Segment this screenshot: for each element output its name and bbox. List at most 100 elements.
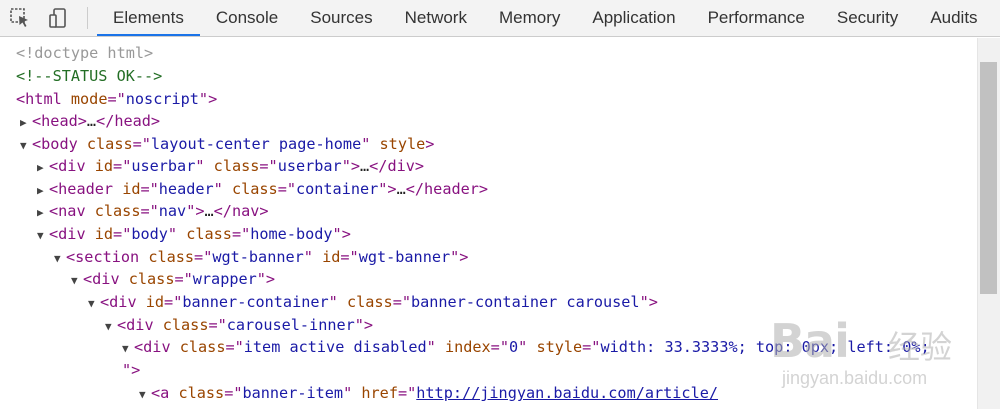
tab-memory[interactable]: Memory: [483, 0, 576, 36]
tag-name: body: [41, 135, 78, 153]
attr-name: class: [179, 338, 226, 356]
dom-node-item-active-close: ">: [122, 359, 140, 381]
tag-name: a: [160, 384, 170, 402]
expanded-triangle-icon[interactable]: ▼: [139, 384, 151, 406]
attr-value: wgt-banner: [212, 248, 304, 266]
tag-name: section: [75, 248, 140, 266]
dom-node-banner-item[interactable]: ▼ <a class="banner-item" href="http://jin…: [139, 382, 718, 404]
tag-name: div: [92, 270, 120, 288]
tab-audits[interactable]: Audits: [914, 0, 993, 36]
tab-console[interactable]: Console: [200, 0, 294, 36]
scrollbar-thumb[interactable]: [980, 62, 997, 294]
tag-name: div: [58, 225, 86, 243]
tag-name: div: [143, 338, 171, 356]
expanded-triangle-icon[interactable]: ▼: [71, 270, 83, 292]
attr-name: class: [178, 384, 225, 402]
tag-name: header: [58, 180, 114, 198]
dom-node-head[interactable]: ▶ <head>…</head>: [20, 110, 160, 132]
expanded-triangle-icon[interactable]: ▼: [105, 316, 117, 338]
closing-tag-name: div: [387, 157, 415, 175]
attr-value: item active disabled: [243, 338, 427, 356]
vertical-scrollbar[interactable]: [977, 38, 1000, 409]
attr-name: class: [162, 316, 209, 334]
dom-node-body[interactable]: ▼ <body class="layout-center page-home" s…: [20, 133, 434, 155]
attr-value: banner-item: [242, 384, 344, 402]
closing-tag-name: header: [424, 180, 479, 198]
attr-value: noscript: [125, 90, 199, 108]
ellipsis: …: [86, 112, 97, 130]
expanded-triangle-icon[interactable]: ▼: [122, 338, 134, 360]
href-link[interactable]: http://jingyan.baidu.com/article/: [416, 384, 718, 402]
devtools-toolbar: Elements Console Sources Network Memory …: [0, 0, 1000, 37]
ellipsis: …: [360, 157, 370, 175]
toolbar-separator: [87, 7, 88, 29]
dom-tree: <!doctype html> <!--STATUS OK--> <html m…: [0, 38, 977, 409]
tag-name: nav: [58, 202, 86, 220]
attr-name: id: [122, 180, 141, 198]
collapsed-triangle-icon[interactable]: ▶: [37, 157, 49, 179]
tab-security[interactable]: Security: [821, 0, 914, 36]
attr-name: id: [94, 157, 114, 175]
attr-value: layout-center page-home: [150, 135, 362, 153]
comment-text: <!--STATUS OK-->: [16, 67, 163, 85]
attr-name: style: [536, 338, 583, 356]
panel-tabs: Elements Console Sources Network Memory …: [97, 0, 994, 36]
dom-node-nav[interactable]: ▶ <nav class="nav">…</nav>: [37, 200, 269, 222]
tab-sources[interactable]: Sources: [294, 0, 388, 36]
attr-name: id: [94, 225, 114, 243]
expanded-triangle-icon[interactable]: ▼: [37, 225, 49, 247]
tag-name: head: [41, 112, 78, 130]
expanded-triangle-icon[interactable]: ▼: [20, 135, 32, 157]
tag-name: div: [126, 316, 154, 334]
tag-name: div: [58, 157, 86, 175]
attr-value: body: [131, 225, 168, 243]
dom-node-comment[interactable]: <!--STATUS OK-->: [16, 65, 162, 87]
collapsed-triangle-icon[interactable]: ▶: [20, 112, 32, 134]
closing-tag-name: head: [114, 112, 151, 130]
dom-node-doctype[interactable]: <!doctype html>: [16, 42, 153, 64]
attr-value: nav: [158, 202, 187, 220]
collapsed-triangle-icon[interactable]: ▶: [37, 180, 49, 202]
dom-node-section[interactable]: ▼ <section class="wgt-banner" id="wgt-ban…: [54, 246, 468, 268]
attr-name: class: [94, 202, 141, 220]
dom-node-item-active[interactable]: ▼ <div class="item active disabled" index…: [122, 336, 930, 358]
dom-node-header[interactable]: ▶ <header id="header" class="container">……: [37, 178, 488, 200]
attr-name: class: [346, 293, 393, 311]
tab-network[interactable]: Network: [389, 0, 483, 36]
ellipsis: …: [204, 202, 214, 220]
attr-name: mode: [70, 90, 108, 108]
attr-value: banner-container carousel: [410, 293, 640, 311]
expanded-triangle-icon[interactable]: ▼: [88, 293, 100, 315]
attr-name: href: [361, 384, 398, 402]
dom-node-html[interactable]: <html mode="noscript">: [16, 88, 217, 110]
attr-name: class: [86, 135, 133, 153]
tag-name: html: [25, 90, 62, 108]
dom-node-banner-container[interactable]: ▼ <div id="banner-container" class="banne…: [88, 291, 658, 313]
inspect-element-icon[interactable]: [9, 7, 31, 29]
tag-name: div: [109, 293, 137, 311]
tab-performance[interactable]: Performance: [692, 0, 821, 36]
device-toolbar-icon[interactable]: [47, 7, 69, 29]
tab-elements[interactable]: Elements: [97, 0, 200, 36]
tag-close: ">: [122, 361, 141, 379]
dom-node-userbar[interactable]: ▶ <div id="userbar" class="userbar">…</di…: [37, 155, 424, 177]
attr-value: banner-container: [182, 293, 329, 311]
attr-name: class: [231, 180, 278, 198]
attr-name: index: [444, 338, 491, 356]
dom-node-wrapper[interactable]: ▼ <div class="wrapper">: [71, 268, 275, 290]
attr-value: userbar: [131, 157, 196, 175]
attr-name: style: [379, 135, 426, 153]
attr-value: userbar: [277, 157, 342, 175]
attr-value: width: 33.3333%; top: 0px; left: 0%;: [600, 338, 930, 356]
collapsed-triangle-icon[interactable]: ▶: [37, 202, 49, 224]
attr-name: id: [322, 248, 341, 266]
dom-node-carousel-inner[interactable]: ▼ <div class="carousel-inner">: [105, 314, 373, 336]
attr-value: container: [295, 180, 379, 198]
closing-tag-name: nav: [231, 202, 260, 220]
attr-value: carousel-inner: [226, 316, 355, 334]
dom-node-body-div[interactable]: ▼ <div id="body" class="home-body">: [37, 223, 351, 245]
attr-name: id: [145, 293, 165, 311]
tab-application[interactable]: Application: [576, 0, 691, 36]
attr-value: home-body: [250, 225, 333, 243]
expanded-triangle-icon[interactable]: ▼: [54, 248, 66, 270]
